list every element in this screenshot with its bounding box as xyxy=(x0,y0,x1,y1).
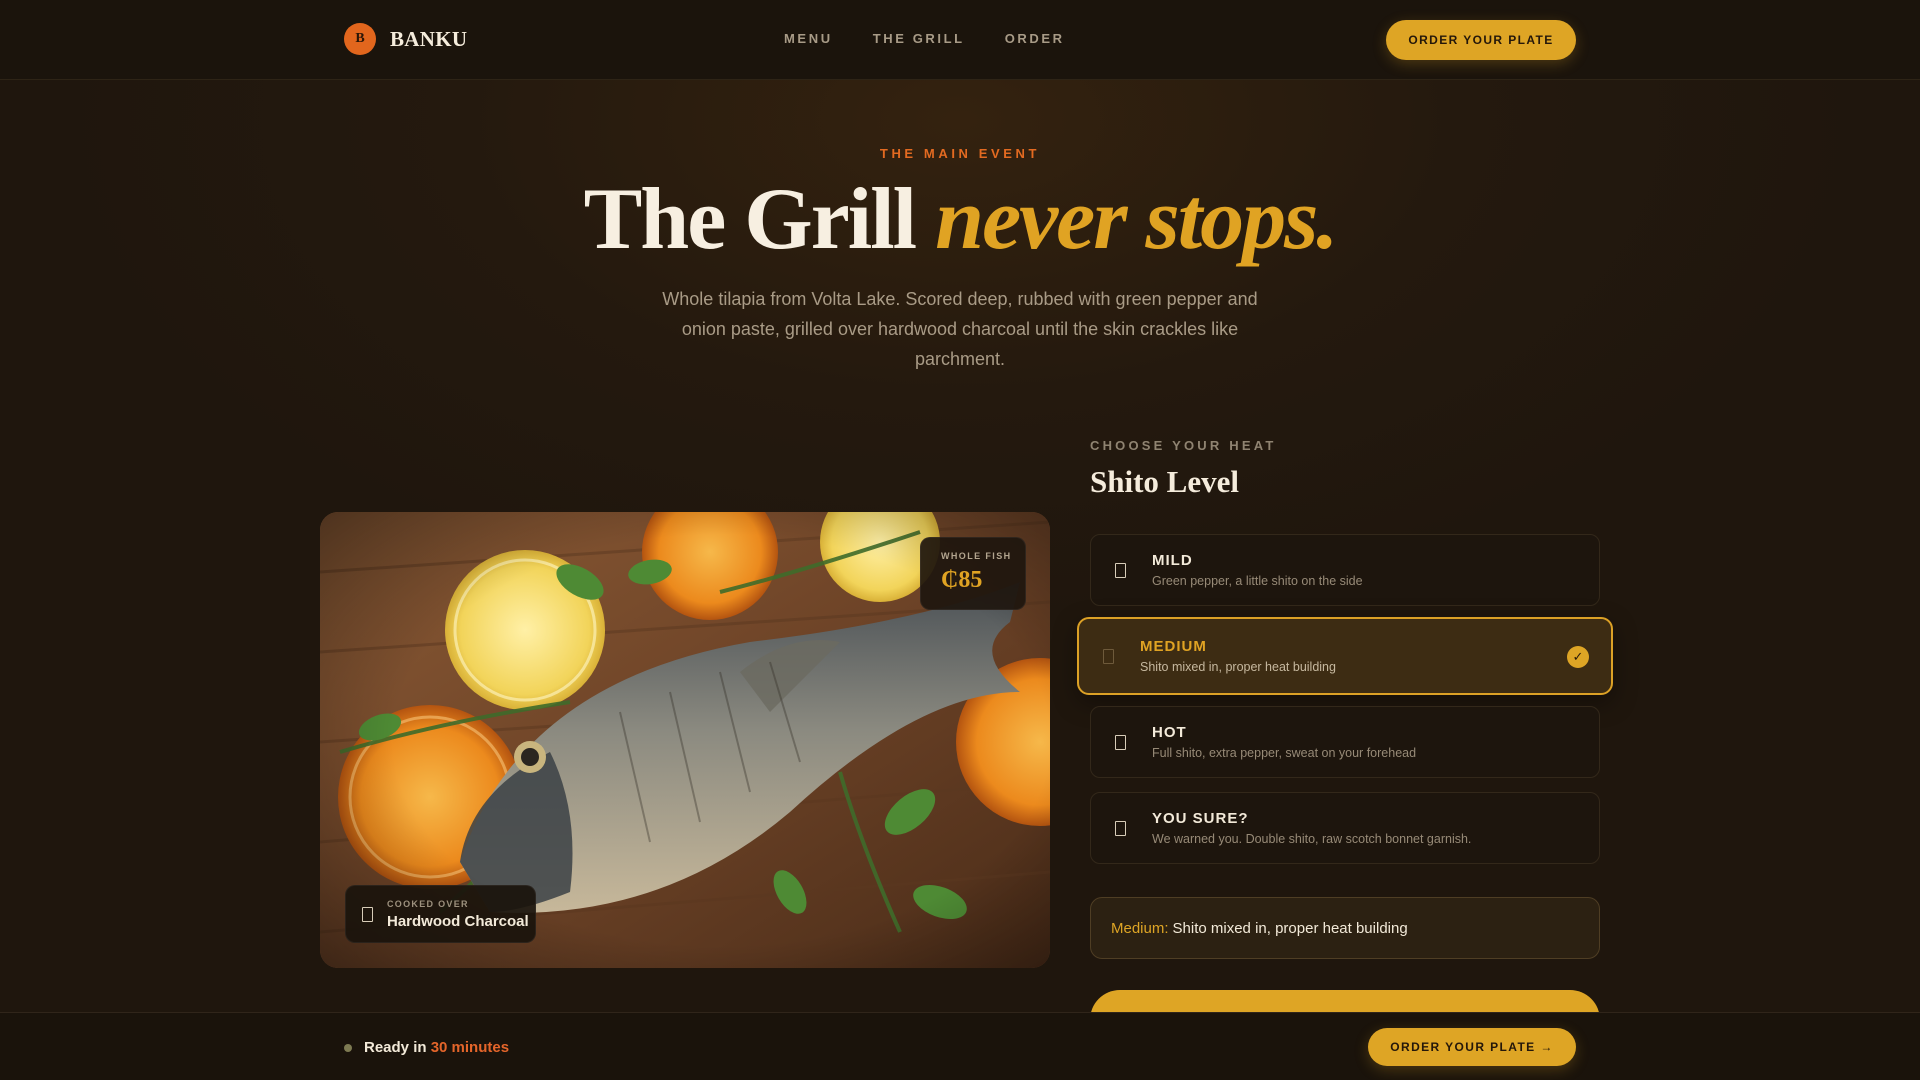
hero-eyebrow: THE MAIN EVENT xyxy=(879,146,1041,161)
heat-option-you-sure[interactable]: YOU SURE? We warned you. Double shito, r… xyxy=(1090,792,1600,864)
site-header: B BANKU MENU THE GRILL ORDER ORDER YOUR … xyxy=(0,0,1920,80)
price-value: ₵85 xyxy=(941,567,983,593)
pepper-icon xyxy=(1115,562,1126,578)
option-desc: Green pepper, a little shito on the side xyxy=(1152,574,1363,588)
heat-summary: Medium: Shito mixed in, proper heat buil… xyxy=(1090,897,1600,959)
option-desc: Shito mixed in, proper heat building xyxy=(1140,660,1336,674)
heat-option-mild[interactable]: MILD Green pepper, a little shito on the… xyxy=(1090,534,1600,606)
order-plate-button[interactable]: ORDER YOUR PLATE xyxy=(1386,20,1576,60)
price-tag: WHOLE FISH ₵85 xyxy=(920,537,1026,610)
hero-headline: The Grill never stops. xyxy=(0,168,1920,272)
nav-item-order[interactable]: ORDER xyxy=(1005,31,1065,46)
hero-description: Whole tilapia from Volta Lake. Scored de… xyxy=(662,289,1258,369)
sticky-order-bar: Ready in 30 minutes ORDER YOUR PLATE → xyxy=(0,1012,1920,1080)
option-desc: Full shito, extra pepper, sweat on your … xyxy=(1152,746,1417,760)
pepper-icon xyxy=(1115,734,1126,750)
fuel-value: Hardwood Charcoal xyxy=(387,912,529,930)
summary-text: Shito mixed in, proper heat building xyxy=(1172,919,1408,937)
pepper-icon xyxy=(1103,648,1114,664)
pepper-icon xyxy=(1115,820,1126,836)
fuel-label: COOKED OVER xyxy=(387,898,469,909)
option-name: MILD xyxy=(1152,552,1193,569)
option-name: MEDIUM xyxy=(1140,638,1207,655)
checkmark-icon: ✓ xyxy=(1567,646,1589,668)
brand-mark-icon: B xyxy=(344,23,376,55)
main-nav: MENU THE GRILL ORDER xyxy=(784,31,1065,46)
summary-label: Medium: xyxy=(1111,919,1169,937)
ready-prefix: Ready in xyxy=(364,1039,427,1056)
headline-accent: never stops. xyxy=(935,171,1338,268)
status-dot-icon xyxy=(344,1043,352,1052)
option-name: HOT xyxy=(1152,724,1187,741)
cooked-over-tag: COOKED OVER Hardwood Charcoal xyxy=(345,885,536,943)
heat-title: Shito Level xyxy=(1090,464,1239,499)
ready-status: Ready in 30 minutes xyxy=(344,1039,509,1056)
brand-name: BANKU xyxy=(390,26,468,51)
flame-icon xyxy=(362,906,373,922)
ready-time: 30 minutes xyxy=(430,1039,510,1056)
sticky-order-plate-button[interactable]: ORDER YOUR PLATE → xyxy=(1368,1028,1576,1066)
heat-option-hot[interactable]: HOT Full shito, extra pepper, sweat on y… xyxy=(1090,706,1600,778)
nav-item-menu[interactable]: MENU xyxy=(784,31,833,46)
price-label: WHOLE FISH xyxy=(941,551,1012,561)
heat-eyebrow: CHOOSE YOUR HEAT xyxy=(1090,438,1277,453)
nav-item-the-grill[interactable]: THE GRILL xyxy=(873,31,965,46)
headline-main: The Grill xyxy=(583,171,918,268)
option-name: YOU SURE? xyxy=(1152,810,1249,827)
option-desc: We warned you. Double shito, raw scotch … xyxy=(1152,832,1472,846)
brand-logo[interactable]: B BANKU xyxy=(344,23,467,55)
heat-option-medium[interactable]: MEDIUM Shito mixed in, proper heat build… xyxy=(1077,617,1613,695)
